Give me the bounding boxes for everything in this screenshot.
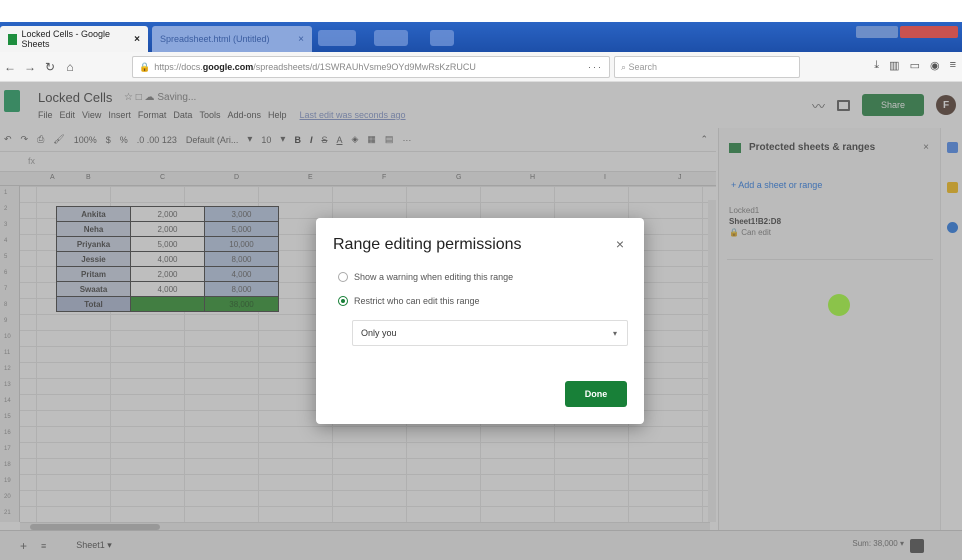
close-icon[interactable]: ×	[616, 236, 624, 252]
done-button[interactable]: Done	[565, 381, 627, 407]
tab-close-icon[interactable]: ×	[134, 34, 140, 45]
browser-tab-active[interactable]: Locked Cells - Google Sheets ×	[0, 26, 148, 52]
forward-icon[interactable]: →	[20, 60, 40, 74]
back-icon[interactable]: ←	[0, 60, 20, 74]
search-icon: ⌕	[621, 61, 629, 72]
tab-blurred[interactable]	[430, 30, 454, 46]
chevron-down-icon: ▾	[612, 328, 617, 338]
menu-icon[interactable]: ≡	[950, 59, 956, 72]
editor-select[interactable]: Only you ▾	[352, 320, 628, 346]
top-margin	[0, 0, 962, 22]
browser-tab-inactive[interactable]: Spreadsheet.html (Untitled) ×	[152, 26, 312, 52]
tab-label: Locked Cells - Google Sheets	[21, 29, 111, 49]
screen: Locked Cells - Google Sheets × Spreadshe…	[0, 0, 962, 560]
url-prefix: https://docs.	[154, 62, 203, 72]
editor-select-value: Only you	[361, 328, 397, 338]
home-icon[interactable]: ⌂	[60, 60, 80, 74]
radio-show-warning[interactable]	[338, 272, 348, 282]
browser-toolbar-icons: ⤓ ▥ ▭ ◉ ≡	[874, 59, 956, 72]
reload-icon[interactable]: ↻	[40, 60, 60, 74]
tab-label: Spreadsheet.html (Untitled)	[160, 34, 270, 44]
dialog-title: Range editing permissions	[333, 236, 522, 253]
cursor-highlight	[828, 294, 850, 316]
option-restrict-label: Restrict who can edit this range	[354, 296, 480, 306]
url-domain: google.com	[202, 62, 254, 72]
browser-nav-row: ← → ↻ ⌂ 🔒 https://docs. google.com /spre…	[0, 52, 962, 82]
window-controls[interactable]	[856, 26, 958, 38]
tab-blurred[interactable]	[374, 30, 408, 46]
library-icon[interactable]: ▥	[889, 59, 899, 72]
option-show-warning-label: Show a warning when editing this range	[354, 272, 514, 282]
search-placeholder: Search	[628, 62, 658, 72]
sidebar-icon[interactable]: ▭	[910, 59, 920, 72]
radio-restrict[interactable]	[338, 296, 348, 306]
sheets-favicon-icon	[8, 33, 17, 45]
option-show-warning[interactable]: Show a warning when editing this range	[338, 272, 513, 282]
page-actions-icon[interactable]: ···	[588, 62, 609, 72]
download-icon[interactable]: ⤓	[874, 59, 879, 72]
tab-blurred[interactable]	[318, 30, 356, 46]
browser-tab-bar: Locked Cells - Google Sheets × Spreadshe…	[0, 22, 962, 52]
option-restrict[interactable]: Restrict who can edit this range	[338, 296, 480, 306]
extension-icon[interactable]: ◉	[930, 59, 940, 72]
range-editing-permissions-dialog: Range editing permissions × Show a warni…	[316, 218, 644, 424]
lock-icon: 🔒	[139, 61, 151, 72]
url-bar[interactable]: 🔒 https://docs. google.com /spreadsheets…	[132, 56, 610, 78]
tab-close-icon[interactable]: ×	[298, 34, 304, 45]
browser-search-input[interactable]: ⌕ Search	[614, 56, 800, 78]
url-path: /spreadsheets/d/1SWRAUhVsme9OYd9MwRsKzRU…	[253, 62, 476, 72]
